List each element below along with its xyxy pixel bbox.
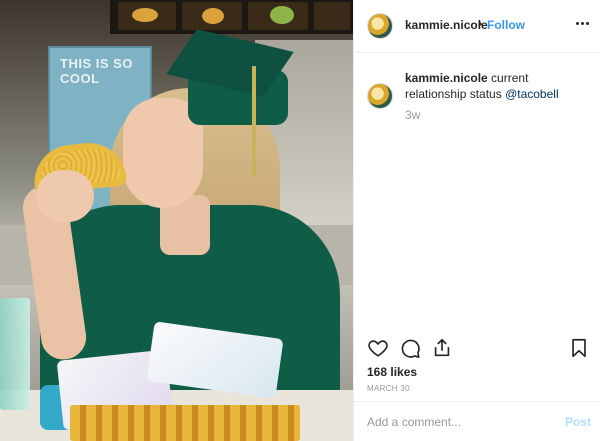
comment-bar: Post [354, 401, 600, 441]
food-wrappers [40, 321, 340, 441]
drink-cup [0, 298, 30, 410]
bookmark-icon[interactable] [568, 337, 590, 359]
tassel [252, 66, 256, 176]
caption: kammie.nicole current relationship statu… [405, 70, 589, 102]
follow-button[interactable]: Follow [487, 18, 525, 32]
caption-mention[interactable]: @tacobell [505, 87, 559, 101]
menu-board [110, 0, 353, 34]
post-details-panel: kammie.nicole • Follow kammie.nicole cur… [353, 0, 600, 441]
post-header: kammie.nicole • Follow [354, 0, 600, 53]
avatar[interactable] [367, 13, 393, 39]
caption-avatar[interactable] [367, 83, 393, 109]
more-horizontal-icon[interactable] [573, 14, 591, 32]
separator-dot: • [478, 17, 483, 31]
post-date: MARCH 30 [367, 384, 410, 393]
poster-text: THIS IS SO COOL [60, 56, 133, 86]
header-username[interactable]: kammie.nicole [405, 18, 488, 32]
post-photo[interactable]: THIS IS SO COOL [0, 0, 353, 441]
comment-icon[interactable] [399, 337, 421, 359]
caption-username[interactable]: kammie.nicole [405, 71, 488, 85]
hand [36, 170, 94, 222]
likes-count[interactable]: 168 likes [367, 365, 417, 379]
action-bar [354, 330, 600, 364]
caption-timestamp[interactable]: 3w [405, 108, 420, 122]
comment-input[interactable] [367, 412, 547, 432]
share-icon[interactable] [431, 337, 453, 359]
heart-icon[interactable] [367, 337, 389, 359]
post-button[interactable]: Post [565, 415, 591, 429]
